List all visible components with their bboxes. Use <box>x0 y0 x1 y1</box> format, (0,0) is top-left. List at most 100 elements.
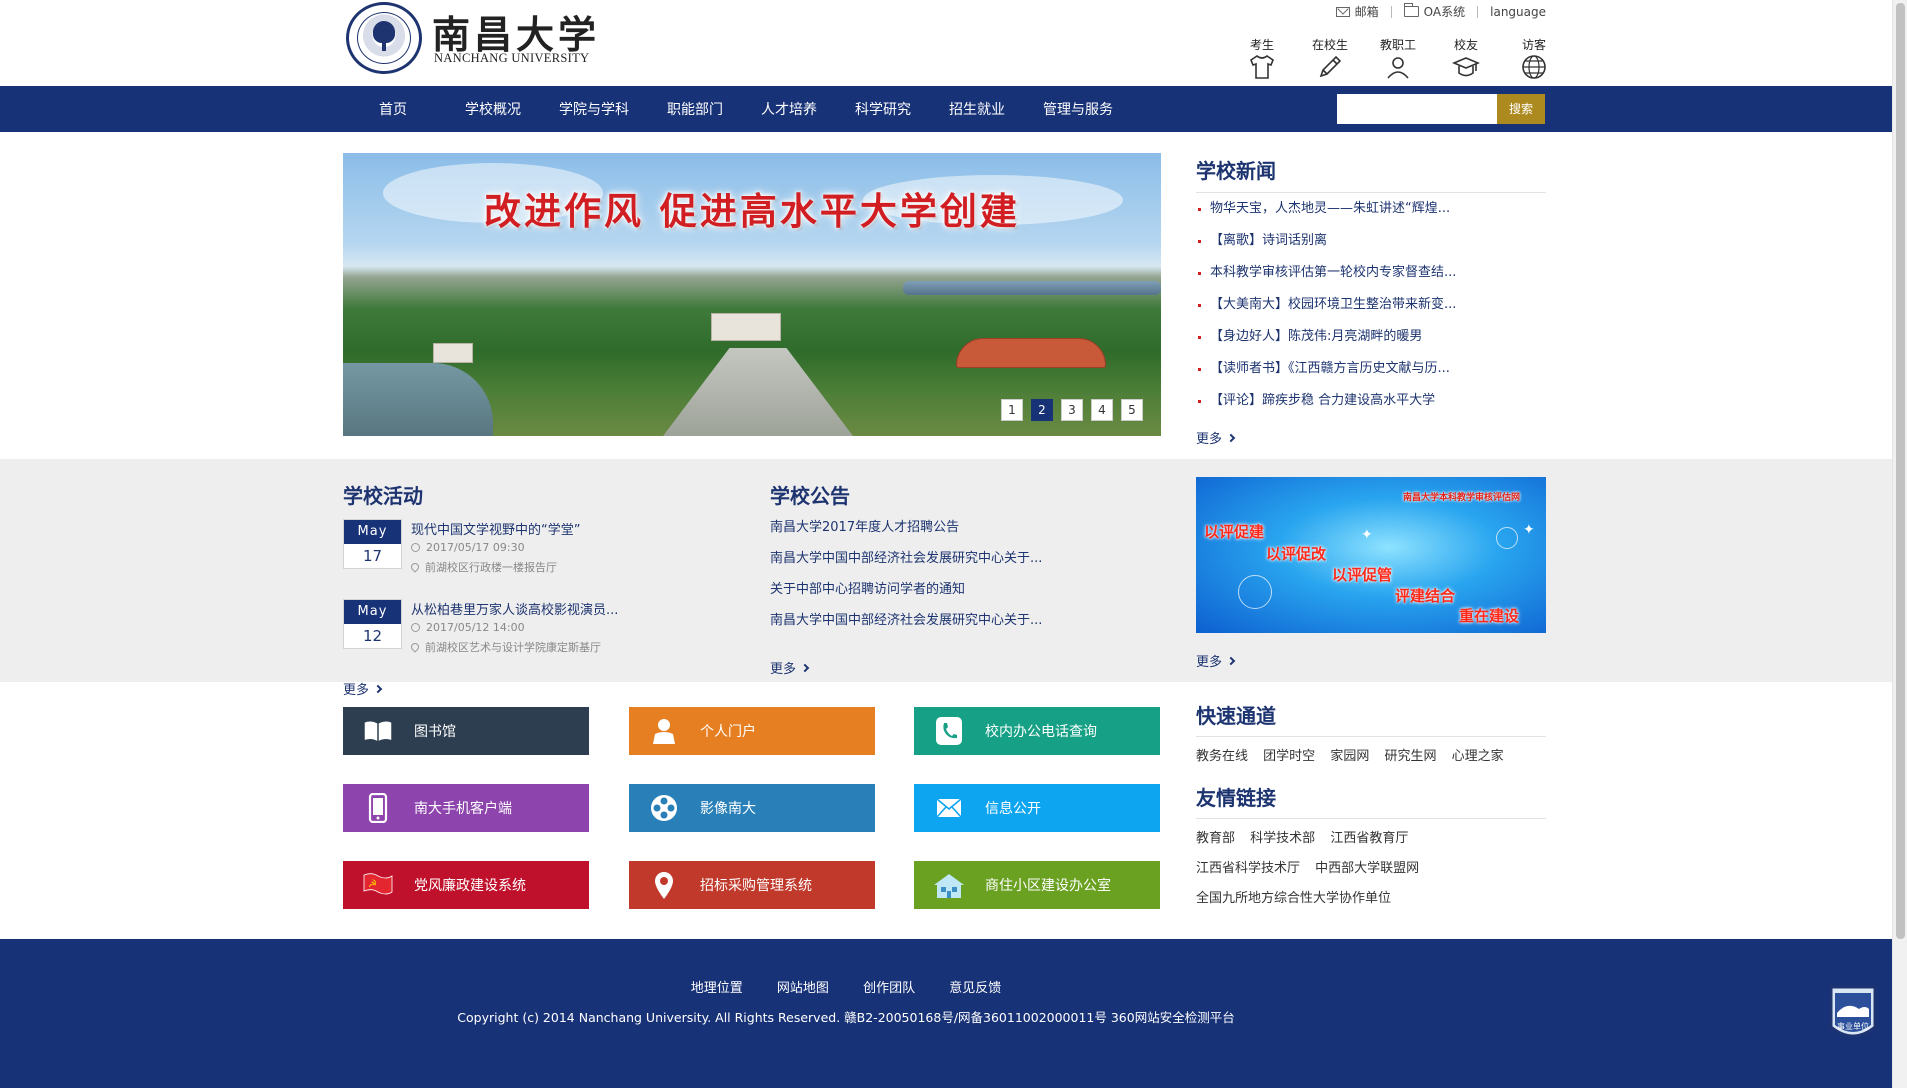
tile-personal-portal[interactable]: 个人门户 <box>629 707 875 755</box>
person-icon <box>1387 57 1409 79</box>
friend-link[interactable]: 全国九所地方综合性大学协作单位 <box>1196 891 1391 906</box>
tile-info-disclosure[interactable]: 信息公开 <box>914 784 1160 832</box>
search-input[interactable] <box>1337 94 1497 124</box>
section-title: 友情链接 <box>1196 782 1546 819</box>
nav-item-services[interactable]: 管理与服务 <box>1031 99 1125 119</box>
oa-link[interactable]: OA系统 <box>1403 3 1466 20</box>
nav-item-overview[interactable]: 学校概况 <box>453 99 533 119</box>
announcement-item[interactable]: 南昌大学中国中部经济社会发展研究中心关于... <box>770 550 1100 581</box>
footer-link-location[interactable]: 地理位置 <box>691 981 743 996</box>
announcement-item[interactable]: 南昌大学2017年度人才招聘公告 <box>770 519 1100 550</box>
campus-building <box>433 343 473 363</box>
news-item[interactable]: 【评论】蹄疾步稳 合力建设高水平大学 <box>1196 392 1546 424</box>
chevron-right-icon <box>800 663 810 672</box>
user-link-visitor[interactable]: 访客 <box>1500 38 1568 80</box>
promo-slogan: 重在建设 <box>1459 607 1520 625</box>
news-item[interactable]: 【离歌】诗词话别离 <box>1196 232 1546 264</box>
section-title: 学校公告 <box>770 484 850 508</box>
public-institution-badge[interactable]: 事业单位 <box>1827 983 1879 1045</box>
activities-more-link[interactable]: 更多 <box>343 679 383 698</box>
mail-link[interactable]: 邮箱 <box>1335 3 1379 20</box>
friend-link[interactable]: 江西省教育厅 <box>1330 831 1408 846</box>
scrollbar-thumb[interactable] <box>1896 3 1905 939</box>
date-day: 17 <box>362 547 383 565</box>
quick-link[interactable]: 研究生网 <box>1384 749 1436 764</box>
user-link-student[interactable]: 在校生 <box>1296 38 1364 80</box>
campus-building <box>711 313 781 341</box>
tile-label: 个人门户 <box>700 724 756 740</box>
tile-label: 南大手机客户端 <box>414 801 512 817</box>
footer-links: 地理位置 网站地图 创作团队 意见反馈 <box>0 977 1692 996</box>
footer-link-team[interactable]: 创作团队 <box>863 981 915 996</box>
friend-link[interactable]: 科学技术部 <box>1250 831 1315 846</box>
tile-procurement[interactable]: 招标采购管理系统 <box>629 861 875 909</box>
friend-link[interactable]: 江西省科学技术厅 <box>1196 861 1300 876</box>
banner-page-1[interactable]: 1 <box>1001 399 1023 421</box>
header: 南昌大学 NANCHANG UNIVERSITY 邮箱 OA系统 languag… <box>0 0 1892 86</box>
nav-item-home[interactable]: 首页 <box>361 99 419 119</box>
news-item[interactable]: 物华天宝，人杰地灵——朱虹讲述“辉煌... <box>1196 200 1546 232</box>
tile-residential-office[interactable]: 商住小区建设办公室 <box>914 861 1160 909</box>
banner-carousel[interactable]: 改进作风 促进高水平大学创建 1 2 3 4 5 <box>343 153 1161 436</box>
friend-link[interactable]: 中西部大学联盟网 <box>1315 861 1419 876</box>
copyright-text: Copyright (c) 2014 Nanchang University. … <box>457 1010 1235 1025</box>
news-item[interactable]: 【身边好人】陈茂伟:月亮湖畔的暖男 <box>1196 328 1546 360</box>
news-item[interactable]: 【大美南大】校园环境卫生整治带来新变... <box>1196 296 1546 328</box>
user-link-staff[interactable]: 教职工 <box>1364 38 1432 80</box>
news-more-link[interactable]: 更多 <box>1196 428 1236 447</box>
announcement-item[interactable]: 关于中部中心招聘访问学者的通知 <box>770 581 1100 612</box>
banner-page-5[interactable]: 5 <box>1121 399 1143 421</box>
mail-link-label: 邮箱 <box>1354 5 1379 19</box>
promo-more-link[interactable]: 更多 <box>1196 651 1236 670</box>
news-item[interactable]: 本科教学审核评估第一轮校内专家督查结... <box>1196 264 1546 296</box>
page: 南昌大学 NANCHANG UNIVERSITY 邮箱 OA系统 languag… <box>0 0 1907 1088</box>
activity-item[interactable]: May 12 从松柏巷里万家人谈高校影视演员... 2017/05/12 14:… <box>343 599 723 679</box>
activity-location: 前湖校区艺术与设计学院康定斯基厅 <box>409 639 601 655</box>
search-button[interactable]: 搜索 <box>1497 94 1545 124</box>
tile-integrity-system[interactable]: ☭ 党风廉政建设系统 <box>343 861 589 909</box>
promo-slogan: 以评促管 <box>1332 566 1393 584</box>
quick-link[interactable]: 教务在线 <box>1196 749 1248 764</box>
activity-title[interactable]: 从松柏巷里万家人谈高校影视演员... <box>411 599 618 618</box>
oa-link-label: OA系统 <box>1423 5 1466 19</box>
announcements-more-link[interactable]: 更多 <box>770 658 810 677</box>
footer-link-feedback[interactable]: 意见反馈 <box>949 981 1001 996</box>
tile-library[interactable]: 图书馆 <box>343 707 589 755</box>
quick-link[interactable]: 团学时空 <box>1263 749 1315 764</box>
assessment-promo-banner[interactable]: 南昌大学本科教学审核评估网 以评促建 以评促改 以评促管 评建结合 重在建设 ✦… <box>1196 477 1546 633</box>
logo-english-name: NANCHANG UNIVERSITY <box>434 51 590 65</box>
footer-link-sitemap[interactable]: 网站地图 <box>777 981 829 996</box>
main-nav: 首页 学校概况 学院与学科 职能部门 人才培养 科学研究 招生就业 管理与服务 … <box>0 86 1892 132</box>
user-link-applicant[interactable]: 考生 <box>1228 38 1296 80</box>
top-links: 邮箱 OA系统 language <box>1335 3 1546 20</box>
banner-page-2[interactable]: 2 <box>1031 399 1053 421</box>
activity-location-text: 前湖校区行政楼一楼报告厅 <box>425 561 557 574</box>
activity-title[interactable]: 现代中国文学视野中的“学堂” <box>411 519 580 538</box>
more-label: 更多 <box>770 662 797 677</box>
banner-page-4[interactable]: 4 <box>1091 399 1113 421</box>
friend-link[interactable]: 教育部 <box>1196 831 1235 846</box>
university-seal-logo[interactable] <box>346 2 422 74</box>
date-badge: May 12 <box>343 599 402 649</box>
activity-item[interactable]: May 17 现代中国文学视野中的“学堂” 2017/05/17 09:30 前… <box>343 519 723 599</box>
mobile-icon <box>360 793 396 823</box>
quick-link[interactable]: 家园网 <box>1330 749 1369 764</box>
announcement-item[interactable]: 南昌大学中国中部经济社会发展研究中心关于... <box>770 612 1100 643</box>
nav-item-research[interactable]: 科学研究 <box>843 99 923 119</box>
nav-item-colleges[interactable]: 学院与学科 <box>547 99 641 119</box>
nav-item-admissions[interactable]: 招生就业 <box>937 99 1017 119</box>
user-link-alumni[interactable]: 校友 <box>1432 38 1500 80</box>
user-category-links: 考生 在校生 教职工 校友 访客 <box>1228 38 1568 80</box>
nav-item-departments[interactable]: 职能部门 <box>655 99 735 119</box>
quick-link[interactable]: 心理之家 <box>1452 749 1504 764</box>
vertical-scrollbar[interactable] <box>1892 0 1907 1088</box>
banner-page-3[interactable]: 3 <box>1061 399 1083 421</box>
language-link[interactable]: language <box>1490 5 1546 19</box>
promo-slogan: 以评促建 <box>1204 523 1265 541</box>
nav-item-education[interactable]: 人才培养 <box>749 99 829 119</box>
tile-mobile-app[interactable]: 南大手机客户端 <box>343 784 589 832</box>
news-item[interactable]: 【读师者书】《江西赣方言历史文献与历... <box>1196 360 1546 392</box>
location-pin-icon <box>646 870 682 900</box>
tile-phone-directory[interactable]: 校内办公电话查询 <box>914 707 1160 755</box>
tile-images[interactable]: 影像南大 <box>629 784 875 832</box>
